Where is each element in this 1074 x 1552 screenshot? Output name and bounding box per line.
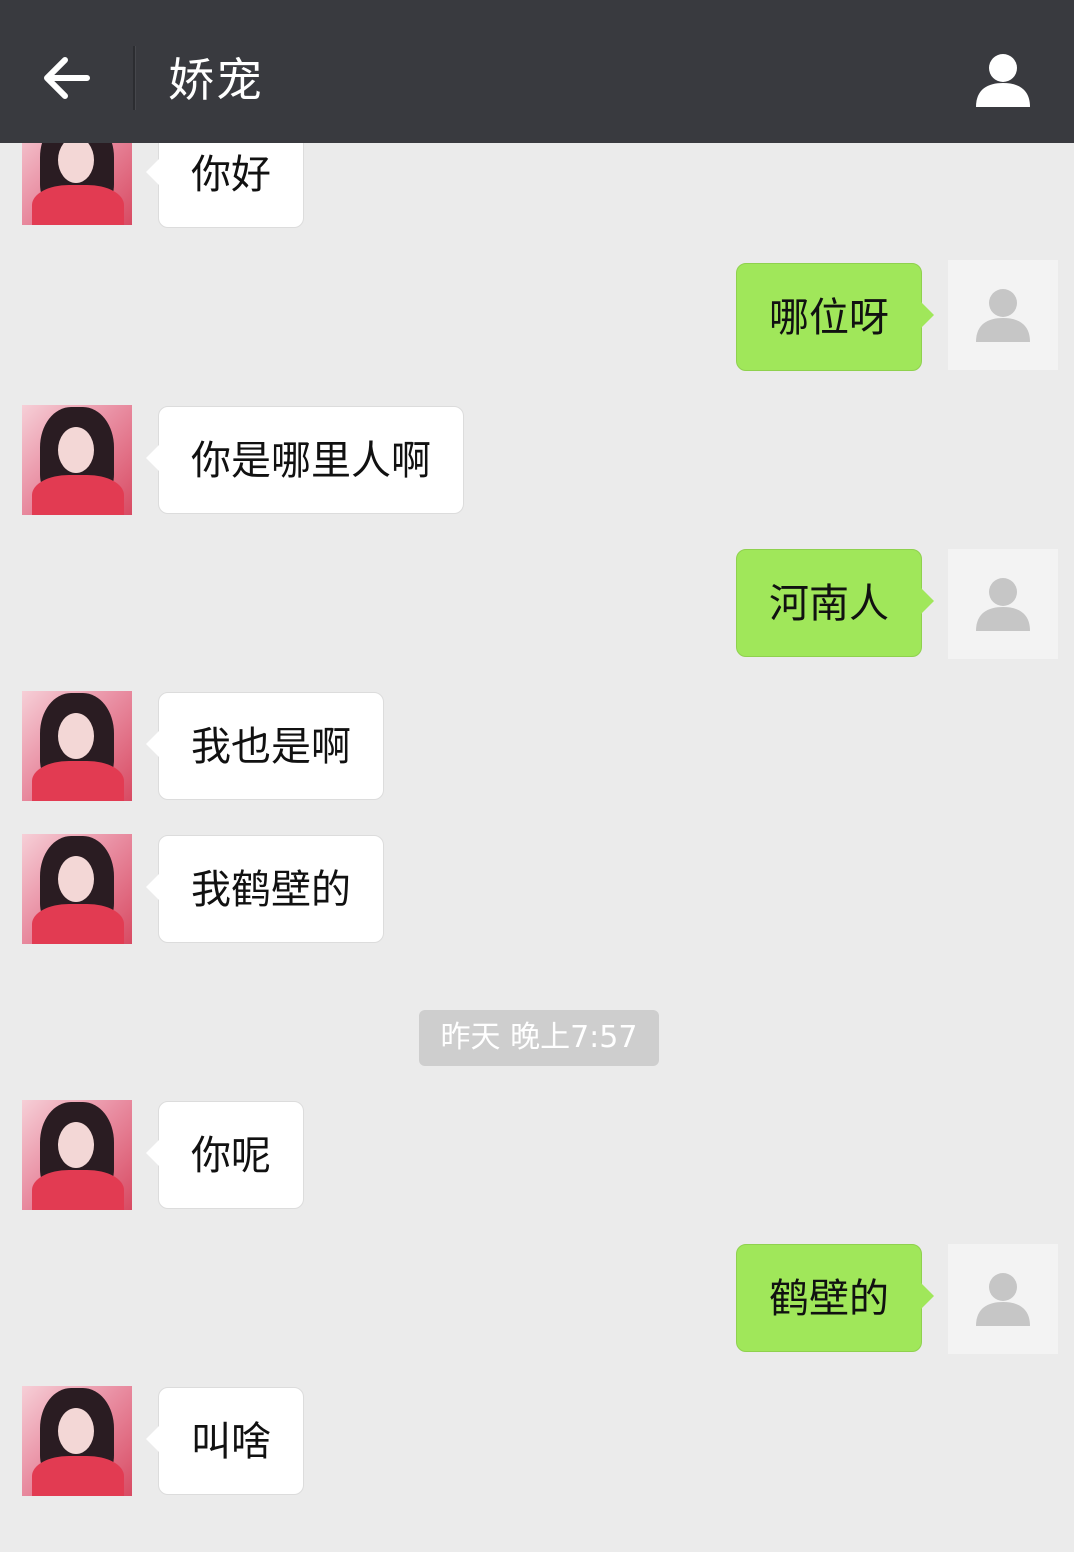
my-avatar[interactable] [948, 1244, 1058, 1354]
arrow-left-icon [44, 57, 90, 99]
chat-info-button[interactable] [960, 40, 1046, 120]
incoming-message[interactable]: 你是哪里人啊 [146, 406, 464, 514]
chat-title: 娇宠 [168, 53, 264, 107]
incoming-message[interactable]: 叫啥 [146, 1387, 304, 1495]
incoming-message[interactable]: 你呢 [146, 1101, 304, 1209]
incoming-message[interactable]: 你好 [146, 143, 304, 228]
timestamp-badge: 昨天 晚上7:57 [419, 1010, 659, 1066]
contact-avatar[interactable] [22, 143, 132, 225]
person-icon [976, 289, 1030, 342]
message-list[interactable]: 你好 哪位呀 你是哪里人啊 河南人 我也是啊 我鹤壁的 昨天 晚上7:57 你呢 [0, 143, 1074, 1552]
outgoing-message[interactable]: 鹤壁的 [736, 1244, 934, 1352]
contact-avatar[interactable] [22, 1100, 132, 1210]
contact-avatar[interactable] [22, 405, 132, 515]
contact-avatar[interactable] [22, 1386, 132, 1496]
contact-avatar[interactable] [22, 834, 132, 944]
back-button[interactable] [30, 40, 100, 116]
top-bar: 娇宠 [0, 0, 1074, 143]
person-icon [976, 578, 1030, 631]
outgoing-message[interactable]: 河南人 [736, 549, 934, 657]
header-divider [133, 46, 136, 110]
person-icon [976, 54, 1030, 107]
incoming-message[interactable]: 我鹤壁的 [146, 835, 384, 943]
incoming-message[interactable]: 我也是啊 [146, 692, 384, 800]
my-avatar[interactable] [948, 549, 1058, 659]
my-avatar[interactable] [948, 260, 1058, 370]
outgoing-message[interactable]: 哪位呀 [736, 263, 934, 371]
person-icon [976, 1273, 1030, 1326]
contact-avatar[interactable] [22, 691, 132, 801]
